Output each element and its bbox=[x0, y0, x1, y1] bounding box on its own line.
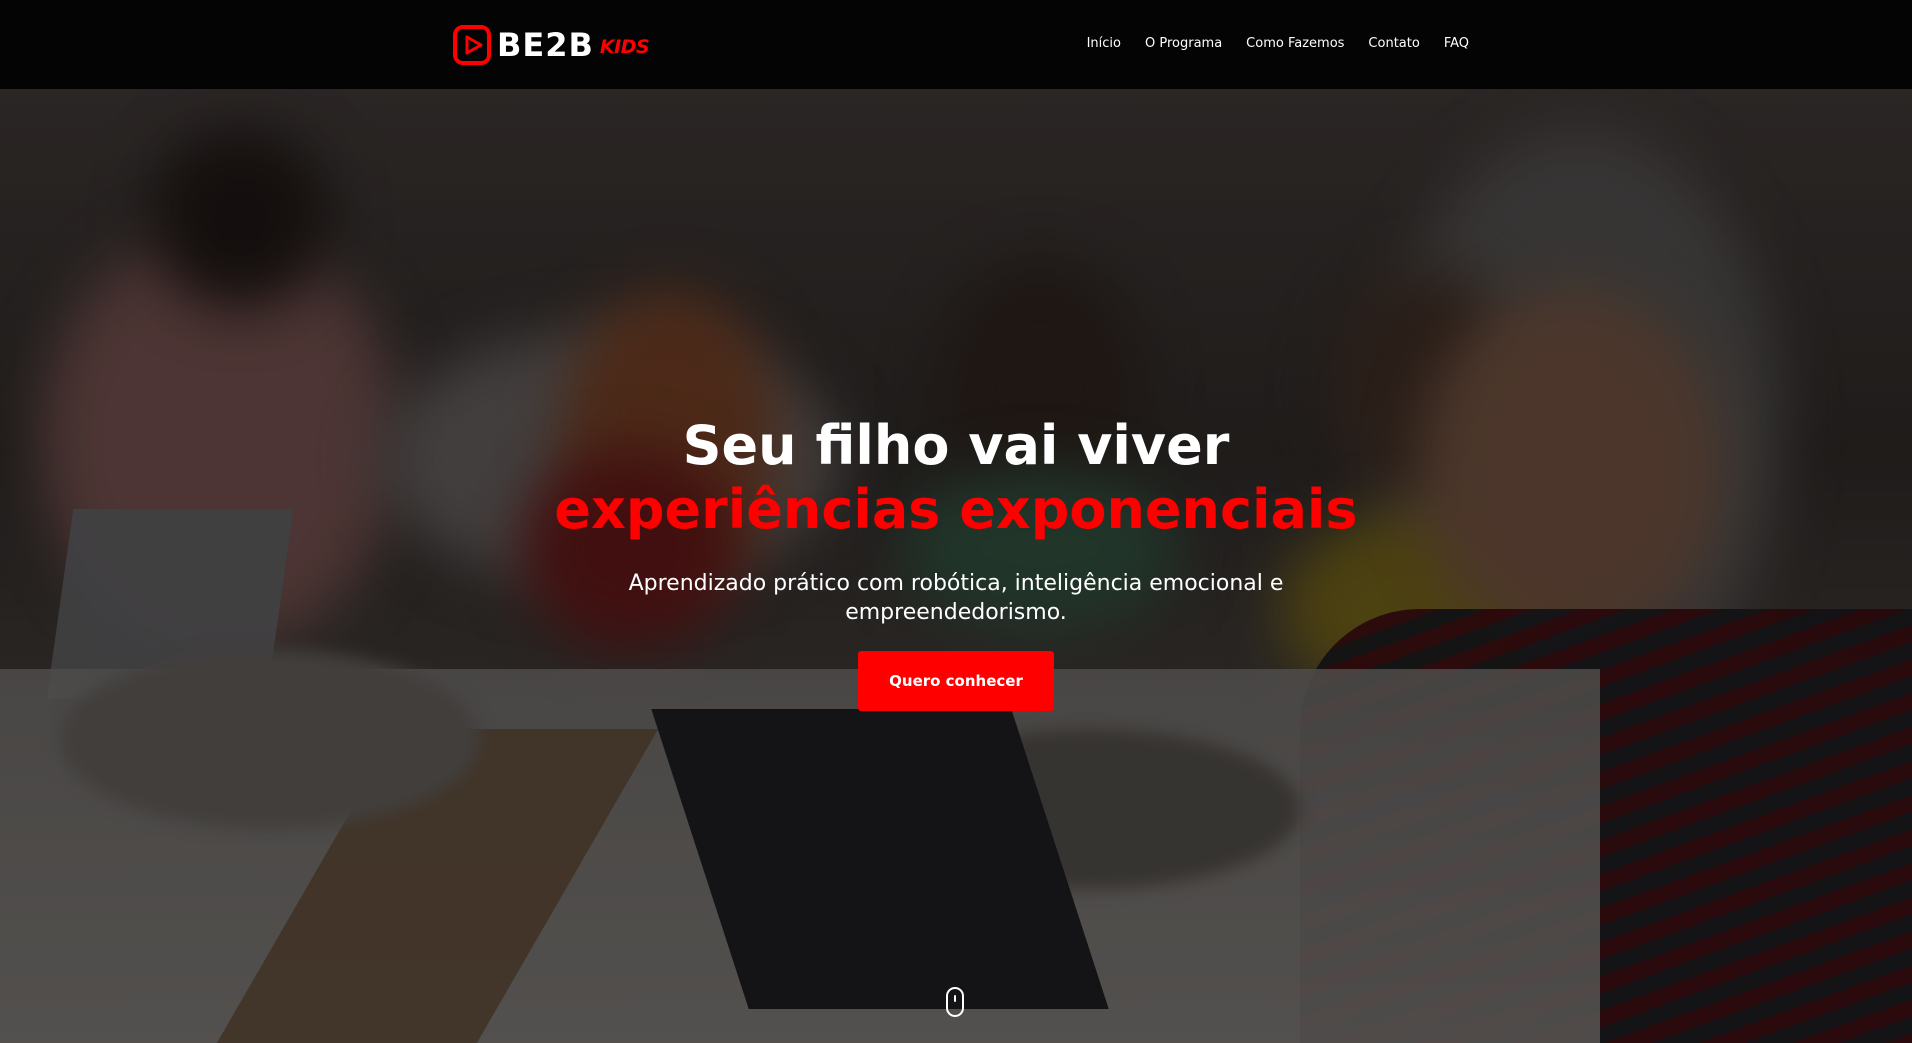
brand-sub: KIDS bbox=[599, 35, 650, 58]
brand-name: BE2B bbox=[497, 26, 594, 64]
main-nav: Início O Programa Como Fazemos Contato F… bbox=[1063, 36, 1469, 51]
nav-item-o-programa[interactable]: O Programa bbox=[1145, 36, 1222, 51]
play-logo-icon bbox=[453, 25, 493, 65]
hero-headline-line2: experiências exponenciais bbox=[554, 478, 1358, 541]
brand-logo[interactable]: BE2B KIDS bbox=[453, 24, 650, 66]
nav-item-faq[interactable]: FAQ bbox=[1444, 36, 1469, 51]
landing-page: BE2B KIDS Início O Programa Como Fazemos… bbox=[0, 0, 1912, 1043]
mouse-scroll-icon[interactable] bbox=[946, 987, 964, 1017]
hero-headline-line1: Seu filho vai viver bbox=[682, 414, 1230, 477]
nav-item-contato[interactable]: Contato bbox=[1368, 36, 1419, 51]
nav-item-como-fazemos[interactable]: Como Fazemos bbox=[1246, 36, 1344, 51]
hero-background-image bbox=[0, 89, 1912, 1043]
quero-conhecer-button[interactable]: Quero conhecer bbox=[858, 651, 1054, 711]
site-header: BE2B KIDS Início O Programa Como Fazemos… bbox=[0, 0, 1912, 89]
hero-subtitle: Aprendizado prático com robótica, inteli… bbox=[628, 571, 1284, 625]
nav-item-inicio[interactable]: Início bbox=[1087, 36, 1121, 51]
hero-dark-overlay bbox=[0, 89, 1912, 1043]
